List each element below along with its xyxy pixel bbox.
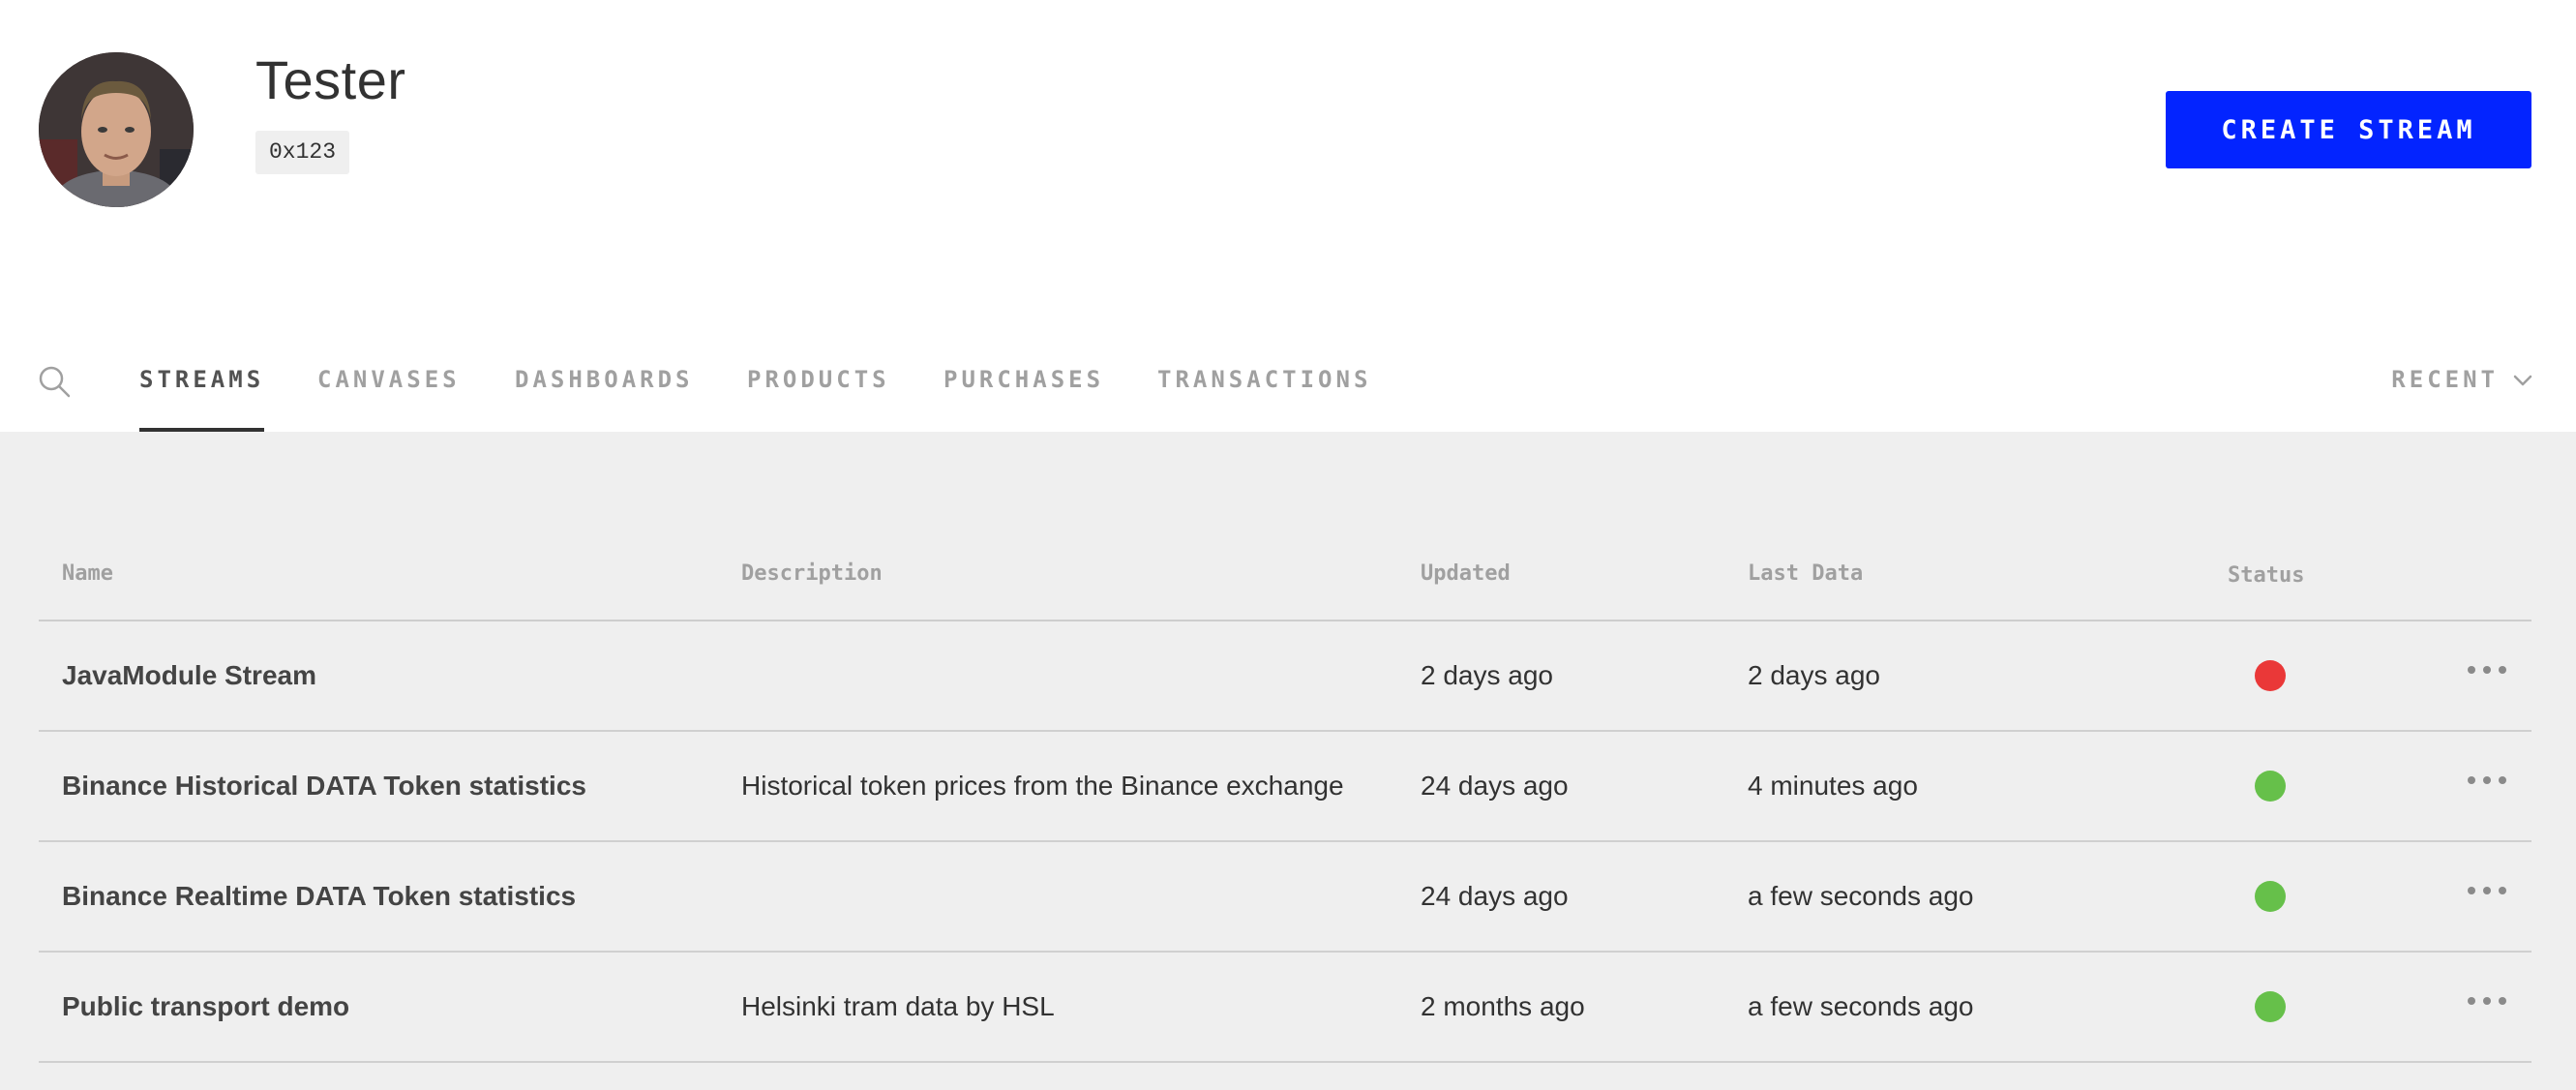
status-indicator-ok — [2255, 881, 2286, 912]
more-horizontal-icon — [2468, 997, 2506, 1005]
tab-transactions[interactable]: TRANSACTIONS — [1157, 366, 1371, 432]
more-horizontal-icon — [2468, 776, 2506, 784]
stream-last-data: 2 days ago — [1748, 660, 1880, 690]
tab-bar: STREAMS CANVASES DASHBOARDS PRODUCTS PUR… — [0, 329, 2576, 432]
streams-list-area: Name Description Updated Last Data Statu… — [0, 432, 2576, 1090]
stream-description: Historical token prices from the Binance… — [741, 771, 1344, 801]
row-menu-button[interactable] — [2466, 885, 2508, 904]
user-name: Tester — [255, 49, 406, 110]
tab-canvases[interactable]: CANVASES — [317, 366, 461, 432]
stream-updated: 24 days ago — [1421, 881, 1569, 911]
column-header-updated[interactable]: Updated — [1421, 561, 1511, 586]
stream-description: Helsinki tram data by HSL — [741, 991, 1055, 1021]
stream-last-data: 4 minutes ago — [1748, 771, 1918, 801]
table-row[interactable]: JavaModule Stream 2 days ago 2 days ago — [39, 621, 2531, 732]
sort-dropdown[interactable]: RECENT — [2391, 366, 2533, 393]
avatar-photo — [39, 52, 194, 207]
column-header-status[interactable]: Status — [2228, 563, 2304, 588]
user-address-badge: 0x123 — [255, 131, 350, 174]
column-header-description[interactable]: Description — [741, 561, 883, 586]
table-row[interactable]: Binance Historical DATA Token statistics… — [39, 732, 2531, 842]
table-row[interactable]: Public transport demo Helsinki tram data… — [39, 953, 2531, 1063]
row-menu-button[interactable] — [2466, 664, 2508, 683]
more-horizontal-icon — [2468, 666, 2506, 674]
stream-name: Public transport demo — [62, 991, 350, 1021]
tab-products[interactable]: PRODUCTS — [747, 366, 890, 432]
tab-dashboards[interactable]: DASHBOARDS — [515, 366, 694, 432]
row-menu-button[interactable] — [2466, 774, 2508, 794]
row-menu-button[interactable] — [2466, 995, 2508, 1014]
tab-purchases[interactable]: PURCHASES — [944, 366, 1104, 432]
avatar — [39, 52, 194, 207]
status-indicator-ok — [2255, 991, 2286, 1022]
streams-table: Name Description Updated Last Data Statu… — [39, 538, 2531, 1063]
chevron-down-icon — [2513, 375, 2532, 386]
sort-label: RECENT — [2391, 366, 2499, 393]
stream-last-data: a few seconds ago — [1748, 881, 1974, 911]
stream-name: Binance Historical DATA Token statistics — [62, 771, 586, 801]
stream-last-data: a few seconds ago — [1748, 991, 1974, 1021]
column-header-name[interactable]: Name — [62, 561, 113, 586]
more-horizontal-icon — [2468, 887, 2506, 894]
column-header-last-data[interactable]: Last Data — [1748, 561, 1863, 586]
stream-updated: 24 days ago — [1421, 771, 1569, 801]
profile-header: Tester 0x123 CREATE STREAM — [0, 0, 2576, 329]
search-icon[interactable] — [37, 364, 72, 399]
status-indicator-ok — [2255, 771, 2286, 802]
table-row[interactable]: Binance Realtime DATA Token statistics 2… — [39, 842, 2531, 953]
status-indicator-error — [2255, 660, 2286, 691]
create-stream-button[interactable]: CREATE STREAM — [2166, 91, 2531, 168]
stream-name: JavaModule Stream — [62, 660, 316, 690]
table-header: Name Description Updated Last Data Statu… — [39, 538, 2531, 621]
stream-updated: 2 days ago — [1421, 660, 1553, 690]
stream-name: Binance Realtime DATA Token statistics — [62, 881, 577, 911]
tab-streams[interactable]: STREAMS — [139, 366, 265, 432]
stream-updated: 2 months ago — [1421, 991, 1585, 1021]
